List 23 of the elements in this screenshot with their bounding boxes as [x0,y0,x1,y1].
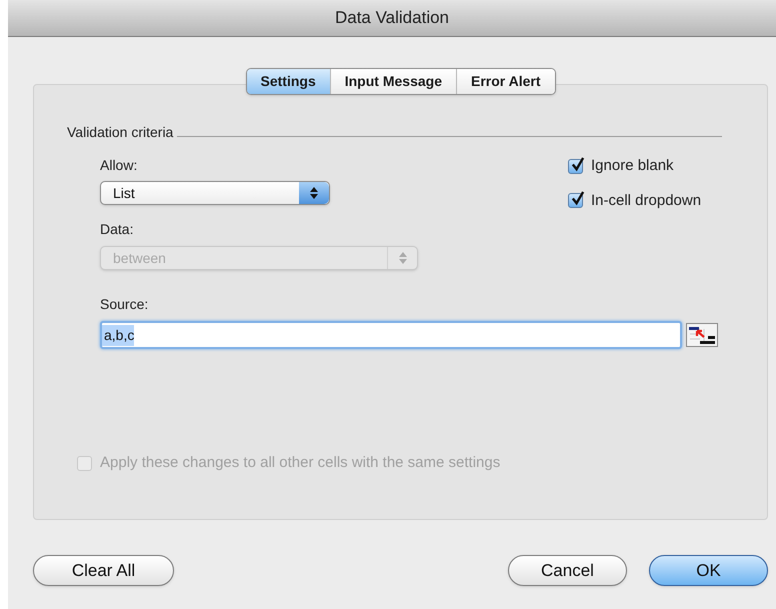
field-label: Allow: [100,156,138,175]
field-label: Source: [100,295,150,314]
dropdown[interactable]: List [100,181,330,205]
dropdown-value: List [112,184,136,202]
stepper-arrows-icon [299,182,329,204]
checkbox[interactable] [568,193,583,208]
checkbox[interactable] [568,158,583,174]
tab[interactable]: Input Message [330,69,456,94]
section-title: Validation criteria [67,123,174,142]
checkbox-label: Apply these changes to all other cells with the same settings [100,453,500,473]
ok-button[interactable]: OK [649,555,768,586]
source-value: a,b,c [102,324,134,346]
checkbox-label: Ignore blank [591,156,674,176]
checkbox-label: In-cell dropdown [591,190,702,210]
dialog-button[interactable]: Clear All [33,555,174,586]
window-title: Data Validation [334,7,450,30]
tab[interactable]: Settings [246,69,330,94]
field-label: Data: [100,220,134,239]
dialog-button[interactable]: Cancel [508,555,627,586]
dropdown-value: between [112,248,167,268]
range-picker-icon[interactable] [686,323,718,347]
tab[interactable]: Error Alert [456,69,554,94]
source-field[interactable]: a,b,c [100,321,682,349]
